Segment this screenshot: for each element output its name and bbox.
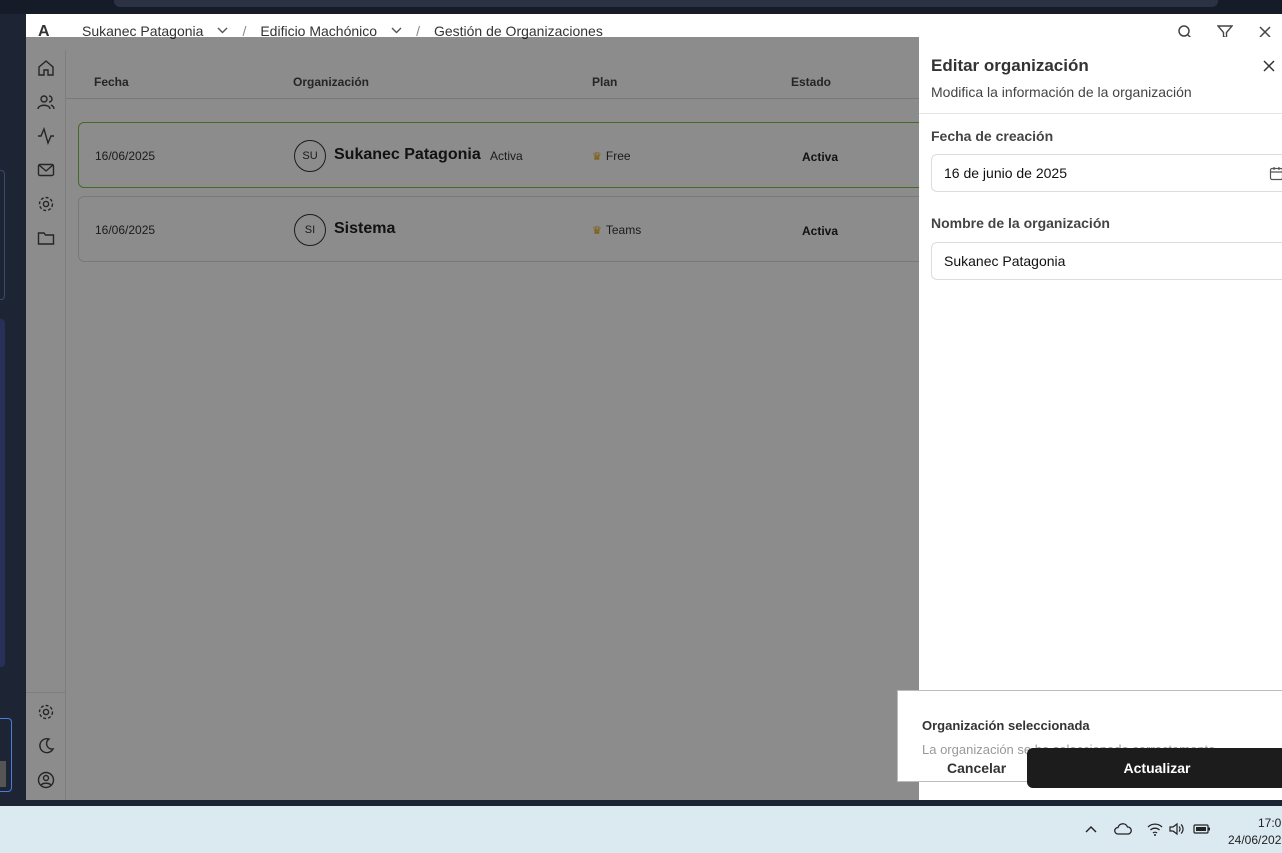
speaker-icon[interactable] (1168, 820, 1186, 838)
wifi-icon[interactable] (1146, 820, 1164, 838)
browser-top-strip (0, 0, 1282, 14)
desktop-left-edge (0, 14, 26, 806)
panel-title: Editar organización (931, 56, 1089, 75)
toast-title: Organización seleccionada (922, 718, 1090, 733)
taskbar: 17:0 24/06/202 (0, 806, 1282, 853)
creation-date-label: Fecha de creación (931, 128, 1054, 144)
address-bar[interactable] (114, 0, 1218, 7)
panel-subtitle: Modifica la información de la organizaci… (931, 84, 1192, 100)
chevron-down-icon[interactable] (217, 25, 228, 37)
clock-date[interactable]: 24/06/202 (1228, 833, 1281, 847)
creation-date-field[interactable]: 16 de junio de 2025 (931, 154, 1282, 192)
chevron-down-icon[interactable] (391, 25, 402, 37)
cancel-button[interactable]: Cancelar (947, 760, 1006, 776)
clock-time[interactable]: 17:0 (1258, 816, 1281, 830)
cloud-icon[interactable] (1114, 820, 1132, 838)
close-icon[interactable] (1260, 57, 1278, 75)
background-window-edge (0, 718, 12, 792)
calendar-icon[interactable] (1269, 166, 1282, 182)
app-window: A Sukanec Patagonia / Edificio Machónico… (26, 14, 1282, 800)
organization-name-value: Sukanec Patagonia (944, 253, 1066, 269)
background-window-edge (0, 170, 5, 300)
edit-organization-panel: Editar organización Modifica la informac… (919, 37, 1282, 800)
update-button[interactable]: Actualizar (1027, 748, 1282, 788)
organization-name-field[interactable]: Sukanec Patagonia (931, 242, 1282, 280)
chevron-up-icon[interactable] (1082, 820, 1100, 838)
battery-icon[interactable] (1193, 820, 1211, 838)
background-window-edge (0, 319, 5, 667)
divider (919, 113, 1282, 114)
organization-name-label: Nombre de la organización (931, 215, 1110, 231)
creation-date-value: 16 de junio de 2025 (944, 165, 1067, 181)
